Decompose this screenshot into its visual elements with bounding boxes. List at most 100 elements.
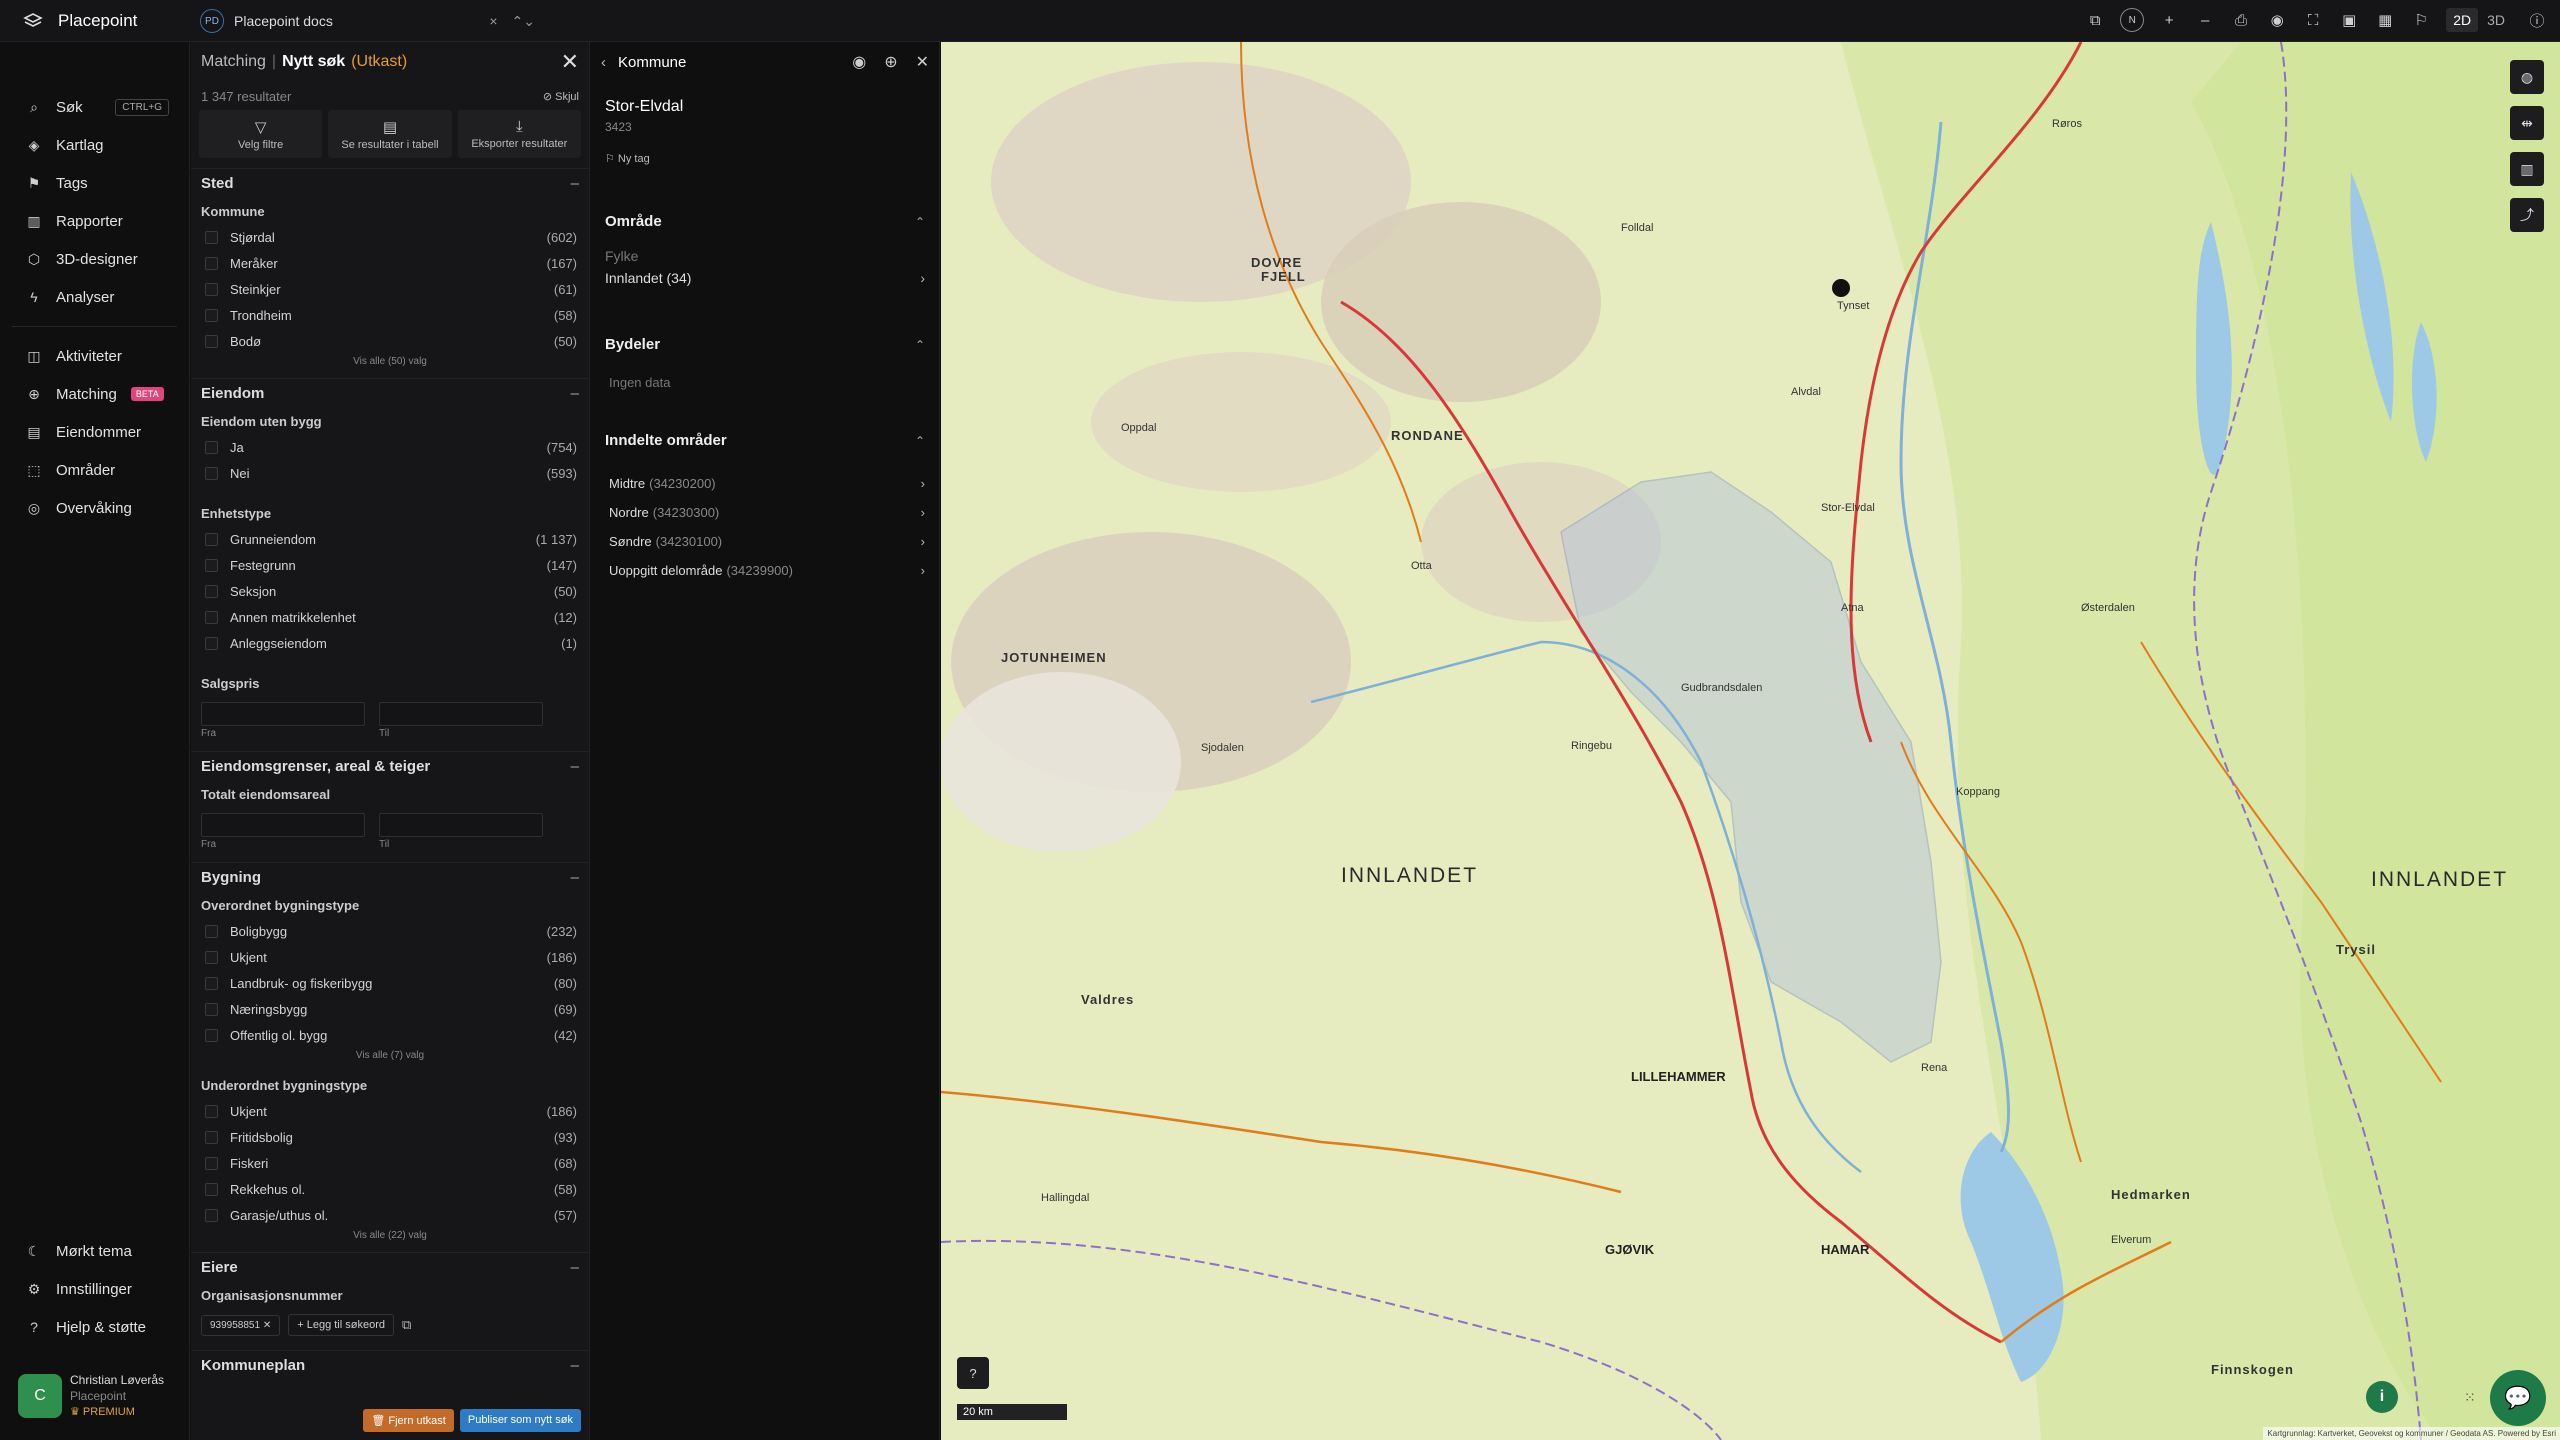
org-number-chip[interactable]: 939958851 ✕: [201, 1314, 281, 1336]
sidebar-item-help[interactable]: ? Hjelp & støtte: [0, 1308, 190, 1346]
mode-3d-button[interactable]: 3D: [2480, 8, 2512, 32]
checkbox[interactable]: [205, 584, 218, 598]
list-item[interactable]: Landbruk- og fiskeribygg (80): [191, 970, 589, 996]
checkbox[interactable]: [205, 282, 218, 296]
list-item[interactable]: Trondheim (58): [191, 302, 589, 328]
list-item[interactable]: Meråker (167): [191, 250, 589, 276]
eye-icon[interactable]: ◉: [852, 52, 866, 72]
collapse-icon[interactable]: –: [571, 1259, 579, 1276]
collapse-icon[interactable]: –: [571, 1357, 579, 1374]
brand[interactable]: Placepoint: [22, 10, 137, 32]
list-item[interactable]: Ukjent (186): [191, 1098, 589, 1124]
add-keyword-button[interactable]: + Legg til søkeord: [288, 1314, 394, 1336]
sidebar-item-settings[interactable]: ⚙ Innstillinger: [0, 1270, 190, 1308]
info-button[interactable]: i: [2366, 1381, 2398, 1413]
zoom-out-icon[interactable]: –: [2194, 7, 2216, 33]
sidebar-item-dark-theme[interactable]: ☾ Mørkt tema: [0, 1232, 190, 1270]
chevron-up-icon[interactable]: ⌃: [915, 434, 925, 448]
sidebar-item-kartlag[interactable]: ◈ Kartlag: [0, 126, 189, 164]
basemap-icon[interactable]: ◍: [2510, 60, 2544, 94]
breadcrumb[interactable]: Matching: [201, 53, 266, 71]
workspace-selector[interactable]: PD Placepoint docs × ⌃⌄: [200, 6, 535, 36]
section-eiendom[interactable]: Eiendom –: [191, 378, 589, 408]
route-icon[interactable]: ⤴: [2510, 198, 2544, 232]
list-item[interactable]: Næringsbygg (69): [191, 996, 589, 1022]
publish-button[interactable]: Publiser som nytt søk: [459, 1409, 581, 1432]
list-item[interactable]: Garasje/uthus ol. (57): [191, 1202, 589, 1228]
grid-icon[interactable]: ▦: [2374, 7, 2396, 33]
print-icon[interactable]: ⎙: [2230, 7, 2252, 33]
layers-stack-icon[interactable]: ⧉: [2084, 7, 2106, 33]
mode-2d-button[interactable]: 2D: [2446, 8, 2479, 32]
checkbox[interactable]: [205, 976, 218, 990]
chart-icon[interactable]: ▥: [2510, 152, 2544, 186]
show-all-link[interactable]: Vis alle (7) valg: [191, 1048, 589, 1064]
section-bygning[interactable]: Bygning –: [191, 862, 589, 892]
list-item[interactable]: Annen matrikkelenhet (12): [191, 604, 589, 630]
camera-icon[interactable]: ▣: [2338, 7, 2360, 33]
map-canvas[interactable]: INNLANDET INNLANDET RONDANE DOVRE FJELL …: [941, 42, 2560, 1440]
user-profile[interactable]: C Christian Løverås Placepoint ♛ PREMIUM: [18, 1372, 164, 1420]
sidebar-item-aktiviteter[interactable]: ◫ Aktiviteter: [0, 337, 189, 375]
list-item[interactable]: Stjørdal (602): [191, 224, 589, 250]
list-item[interactable]: Offentlig ol. bygg (42): [191, 1022, 589, 1048]
grip-icon[interactable]: ⁙: [2464, 1389, 2476, 1406]
checkbox[interactable]: [205, 610, 218, 624]
checkbox[interactable]: [205, 1104, 218, 1118]
copy-icon[interactable]: ⧉: [402, 1317, 411, 1333]
measure-icon[interactable]: ⇹: [2510, 106, 2544, 140]
section-bydeler[interactable]: Bydeler ⌃: [591, 336, 939, 353]
list-item[interactable]: Grunneiendom (1 137): [191, 526, 589, 552]
list-item[interactable]: Midtre (34230200) ›: [591, 469, 939, 498]
chevron-up-icon[interactable]: ⌃: [915, 215, 925, 229]
checkbox[interactable]: [205, 950, 218, 964]
sidebar-item-sok[interactable]: ⌕ Søk CTRL+G: [0, 88, 189, 126]
sidebar-item-overvaking[interactable]: ◎ Overvåking: [0, 489, 189, 527]
price-to-input[interactable]: [379, 702, 543, 726]
section-inndelte-omrader[interactable]: Inndelte områder ⌃: [591, 432, 939, 449]
list-item[interactable]: Fritidsbolig (93): [191, 1124, 589, 1150]
list-item[interactable]: Bodø (50): [191, 328, 589, 354]
section-sted[interactable]: Sted –: [191, 168, 589, 198]
show-all-link[interactable]: Vis alle (50) valg: [191, 354, 589, 370]
checkbox[interactable]: [205, 308, 218, 322]
zoom-in-icon[interactable]: +: [2158, 7, 2180, 33]
close-icon[interactable]: ✕: [916, 52, 929, 72]
remove-chip-icon[interactable]: ✕: [263, 1320, 271, 1331]
fullscreen-icon[interactable]: ⛶: [2302, 7, 2324, 33]
checkbox[interactable]: [205, 532, 218, 546]
results-table-button[interactable]: ▤ Se resultater i tabell: [328, 110, 452, 158]
fylke-row[interactable]: Innlandet (34) ›: [591, 264, 939, 292]
section-kommuneplan[interactable]: Kommuneplan –: [191, 1350, 589, 1380]
list-item[interactable]: Anleggseiendom (1): [191, 630, 589, 656]
checkbox[interactable]: [205, 636, 218, 650]
checkbox[interactable]: [205, 1208, 218, 1222]
chat-support-button[interactable]: 💬: [2490, 1370, 2546, 1426]
list-item[interactable]: Steinkjer (61): [191, 276, 589, 302]
section-omrade[interactable]: Område ⌃: [591, 213, 939, 230]
list-item[interactable]: Søndre (34230100) ›: [591, 527, 939, 556]
list-item[interactable]: Ukjent (186): [191, 944, 589, 970]
target-icon[interactable]: ⊕: [884, 52, 897, 72]
list-item[interactable]: Boligbygg (232): [191, 918, 589, 944]
export-results-button[interactable]: ⤓ Eksporter resultater: [457, 110, 581, 158]
section-eiere[interactable]: Eiere –: [191, 1252, 589, 1282]
collapse-icon[interactable]: –: [571, 175, 579, 192]
checkbox[interactable]: [205, 1156, 218, 1170]
sidebar-item-tags[interactable]: ⚑ Tags: [0, 164, 189, 202]
sidebar-item-eiendommer[interactable]: ▤ Eiendommer: [0, 413, 189, 451]
new-tag-button[interactable]: ⚐ Ny tag: [591, 138, 939, 179]
list-item[interactable]: Seksjon (50): [191, 578, 589, 604]
checkbox[interactable]: [205, 440, 218, 454]
area-from-input[interactable]: [201, 813, 365, 837]
checkbox[interactable]: [205, 1130, 218, 1144]
list-item[interactable]: Nordre (34230300) ›: [591, 498, 939, 527]
list-item[interactable]: Fiskeri (68): [191, 1150, 589, 1176]
area-to-input[interactable]: [379, 813, 543, 837]
checkbox[interactable]: [205, 924, 218, 938]
select-filters-button[interactable]: ▽ Velg filtre: [199, 110, 323, 158]
back-chevron-icon[interactable]: ‹: [601, 54, 606, 71]
show-all-link[interactable]: Vis alle (22) valg: [191, 1228, 589, 1244]
eye-icon[interactable]: ◉: [2266, 7, 2288, 33]
remove-draft-button[interactable]: 🗑 Fjern utkast: [363, 1409, 454, 1432]
